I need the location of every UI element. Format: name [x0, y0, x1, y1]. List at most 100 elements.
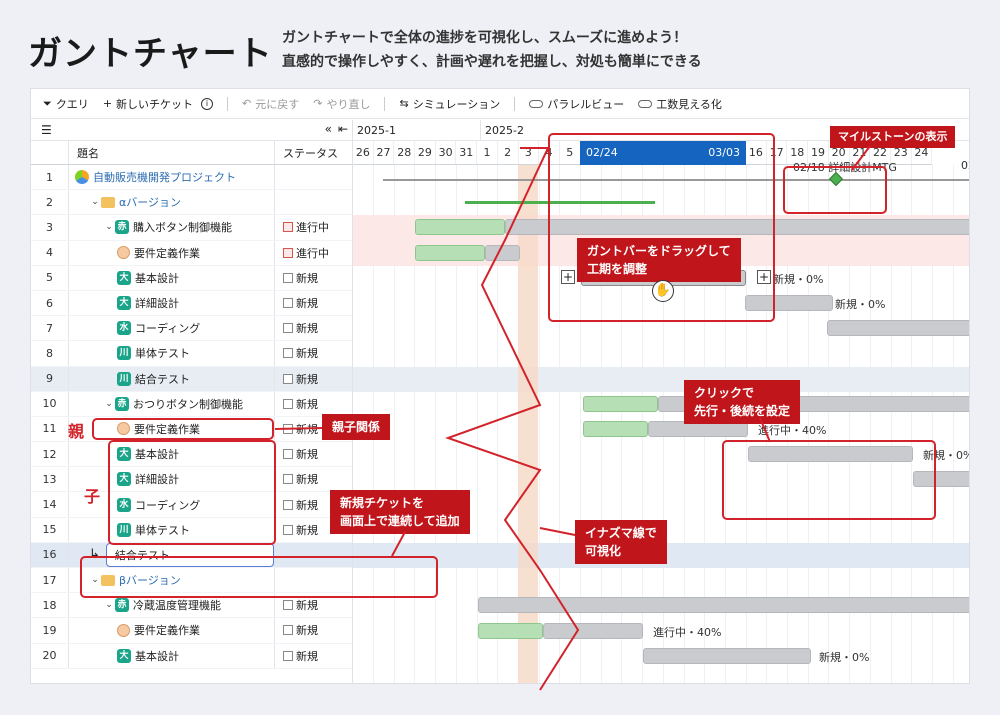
redo-icon: ↷ — [313, 97, 323, 110]
day-cell: 28 — [394, 141, 416, 164]
toolbar-divider — [384, 96, 386, 111]
expand-chevron-icon[interactable]: ⌄ — [103, 399, 115, 409]
toggle-icon — [529, 99, 544, 108]
row-title-cell: 大基本設計 — [69, 643, 275, 668]
status-checkbox[interactable] — [283, 423, 293, 434]
table-row[interactable]: 19 要件定義作業 新規 — [31, 618, 352, 644]
header-title[interactable]: 題名 — [69, 141, 275, 164]
row-title[interactable]: 購入ボタン制御機能 — [133, 219, 232, 235]
status-checkbox[interactable] — [283, 449, 293, 460]
gantt-bar[interactable] — [485, 244, 520, 261]
row-title[interactable]: αバージョン — [119, 194, 181, 210]
row-title[interactable]: 自動販売機開発プロジェクト — [93, 169, 236, 185]
gantt-bar[interactable] — [415, 244, 485, 261]
settings-sliders-icon[interactable]: ☰ — [41, 123, 52, 137]
status-checkbox[interactable] — [283, 524, 293, 535]
info-icon[interactable]: i — [201, 97, 214, 110]
jump-start-icon[interactable]: ⇤ — [338, 122, 348, 136]
status-text: 新規 — [296, 649, 318, 663]
row-number: 4 — [31, 240, 69, 265]
status-checkbox[interactable] — [283, 499, 293, 510]
new-ticket-button[interactable]: + 新しいチケット i — [103, 96, 214, 112]
table-row[interactable]: 9 川結合テスト 新規 — [31, 366, 352, 392]
query-button[interactable]: ⏷ クエリ — [43, 96, 89, 112]
redo-label: やり直し — [326, 97, 371, 111]
status-checkbox[interactable] — [283, 625, 293, 636]
row-title-cell: 大基本設計 — [69, 265, 275, 290]
status-checkbox[interactable] — [283, 650, 293, 661]
undo-button[interactable]: ↶ 元に戻す — [242, 96, 299, 112]
row-title[interactable]: おつりボタン制御機能 — [133, 396, 243, 412]
gantt-bar[interactable] — [415, 219, 505, 236]
row-title[interactable]: 基本設計 — [135, 270, 179, 286]
row-title[interactable]: 要件定義作業 — [134, 245, 200, 261]
row-number: 20 — [31, 643, 69, 668]
row-status-cell: 新規 — [275, 320, 318, 336]
expand-chevron-icon[interactable]: ⌄ — [103, 222, 115, 232]
tracker-badge-icon: 赤 — [115, 598, 129, 613]
row-status-cell: 進行中 — [275, 219, 329, 235]
status-checkbox[interactable] — [283, 222, 293, 233]
redo-button[interactable]: ↷ やり直し — [313, 96, 370, 112]
header-status[interactable]: ステータス — [275, 141, 338, 164]
gantt-bar[interactable] — [583, 395, 658, 412]
status-checkbox[interactable] — [283, 398, 293, 409]
table-row[interactable]: 3 ⌄ 赤購入ボタン制御機能 進行中 — [31, 215, 352, 241]
dependency-highlight-box — [722, 440, 936, 520]
table-row[interactable]: 20 大基本設計 新規 — [31, 643, 352, 669]
parent-child-callout: 親子関係 — [322, 414, 391, 440]
status-checkbox[interactable] — [283, 600, 293, 611]
parent-mark: 親 — [68, 422, 85, 441]
table-row[interactable]: 5 大基本設計 新規 — [31, 265, 352, 291]
row-title[interactable]: 単体テスト — [135, 345, 190, 361]
row-status-cell: 新規 — [275, 522, 318, 538]
status-text: 新規 — [296, 498, 318, 512]
gantt-bar[interactable] — [478, 597, 969, 614]
row-title-cell: 大詳細設計 — [69, 290, 275, 316]
row-number: 14 — [31, 492, 69, 517]
status-checkbox[interactable] — [283, 373, 293, 384]
table-row[interactable]: 1 自動販売機開発プロジェクト — [31, 165, 352, 191]
parallel-view-toggle[interactable]: パラレルビュー — [529, 96, 624, 112]
expand-chevron-icon[interactable]: ⌄ — [103, 600, 115, 610]
status-checkbox[interactable] — [283, 323, 293, 334]
row-title[interactable]: 要件定義作業 — [134, 622, 200, 638]
status-checkbox[interactable] — [283, 348, 293, 359]
dependency-callout-line1: クリックで — [694, 386, 755, 400]
row-number: 5 — [31, 265, 69, 290]
row-title[interactable]: コーディング — [135, 320, 200, 336]
gantt-bar[interactable] — [583, 421, 648, 437]
toolbar-divider — [227, 96, 229, 111]
table-row[interactable]: 8 川単体テスト 新規 — [31, 341, 352, 367]
status-text: 新規 — [296, 448, 318, 462]
table-row[interactable]: 2 ⌄ αバージョン — [31, 190, 352, 216]
gantt-bar[interactable] — [478, 622, 543, 639]
toolbar: ⏷ クエリ + 新しいチケット i ↶ 元に戻す ↷ やり直し ⇆ シミュレーション パラレ… — [31, 89, 969, 119]
table-row[interactable]: 6 大詳細設計 新規 — [31, 290, 352, 317]
collapse-left-icon[interactable]: « — [325, 122, 332, 136]
status-checkbox[interactable] — [283, 272, 293, 283]
row-title[interactable]: 結合テスト — [135, 371, 190, 387]
status-checkbox[interactable] — [283, 298, 293, 309]
simulation-button[interactable]: ⇆ シミュレーション — [399, 96, 500, 112]
table-row[interactable]: 10 ⌄ 赤おつりボタン制御機能 新規 — [31, 391, 352, 417]
gantt-bar[interactable] — [827, 320, 969, 337]
avatar — [117, 623, 130, 637]
row-title-cell: ⌄ αバージョン — [69, 190, 275, 215]
row-title[interactable]: 詳細設計 — [135, 295, 179, 311]
table-row[interactable]: 4 要件定義作業 進行中 — [31, 240, 352, 266]
milestone-callout: マイルストーンの表示 — [830, 126, 956, 148]
row-title[interactable]: 冷蔵温度管理機能 — [133, 597, 221, 613]
expand-chevron-icon[interactable]: ⌄ — [89, 197, 101, 207]
table-header: 題名 ステータス — [31, 141, 352, 165]
row-title[interactable]: 基本設計 — [135, 648, 179, 664]
status-text: 新規 — [296, 397, 318, 411]
gantt-bar[interactable] — [543, 622, 643, 639]
row-status-cell: 新規 — [275, 446, 318, 462]
status-checkbox[interactable] — [283, 247, 293, 258]
status-text: 新規 — [296, 271, 318, 285]
status-checkbox[interactable] — [283, 474, 293, 485]
table-row[interactable]: 7 水コーディング 新規 — [31, 316, 352, 342]
show-effort-toggle[interactable]: 工数見える化 — [638, 96, 722, 112]
gantt-bar[interactable] — [643, 647, 811, 664]
